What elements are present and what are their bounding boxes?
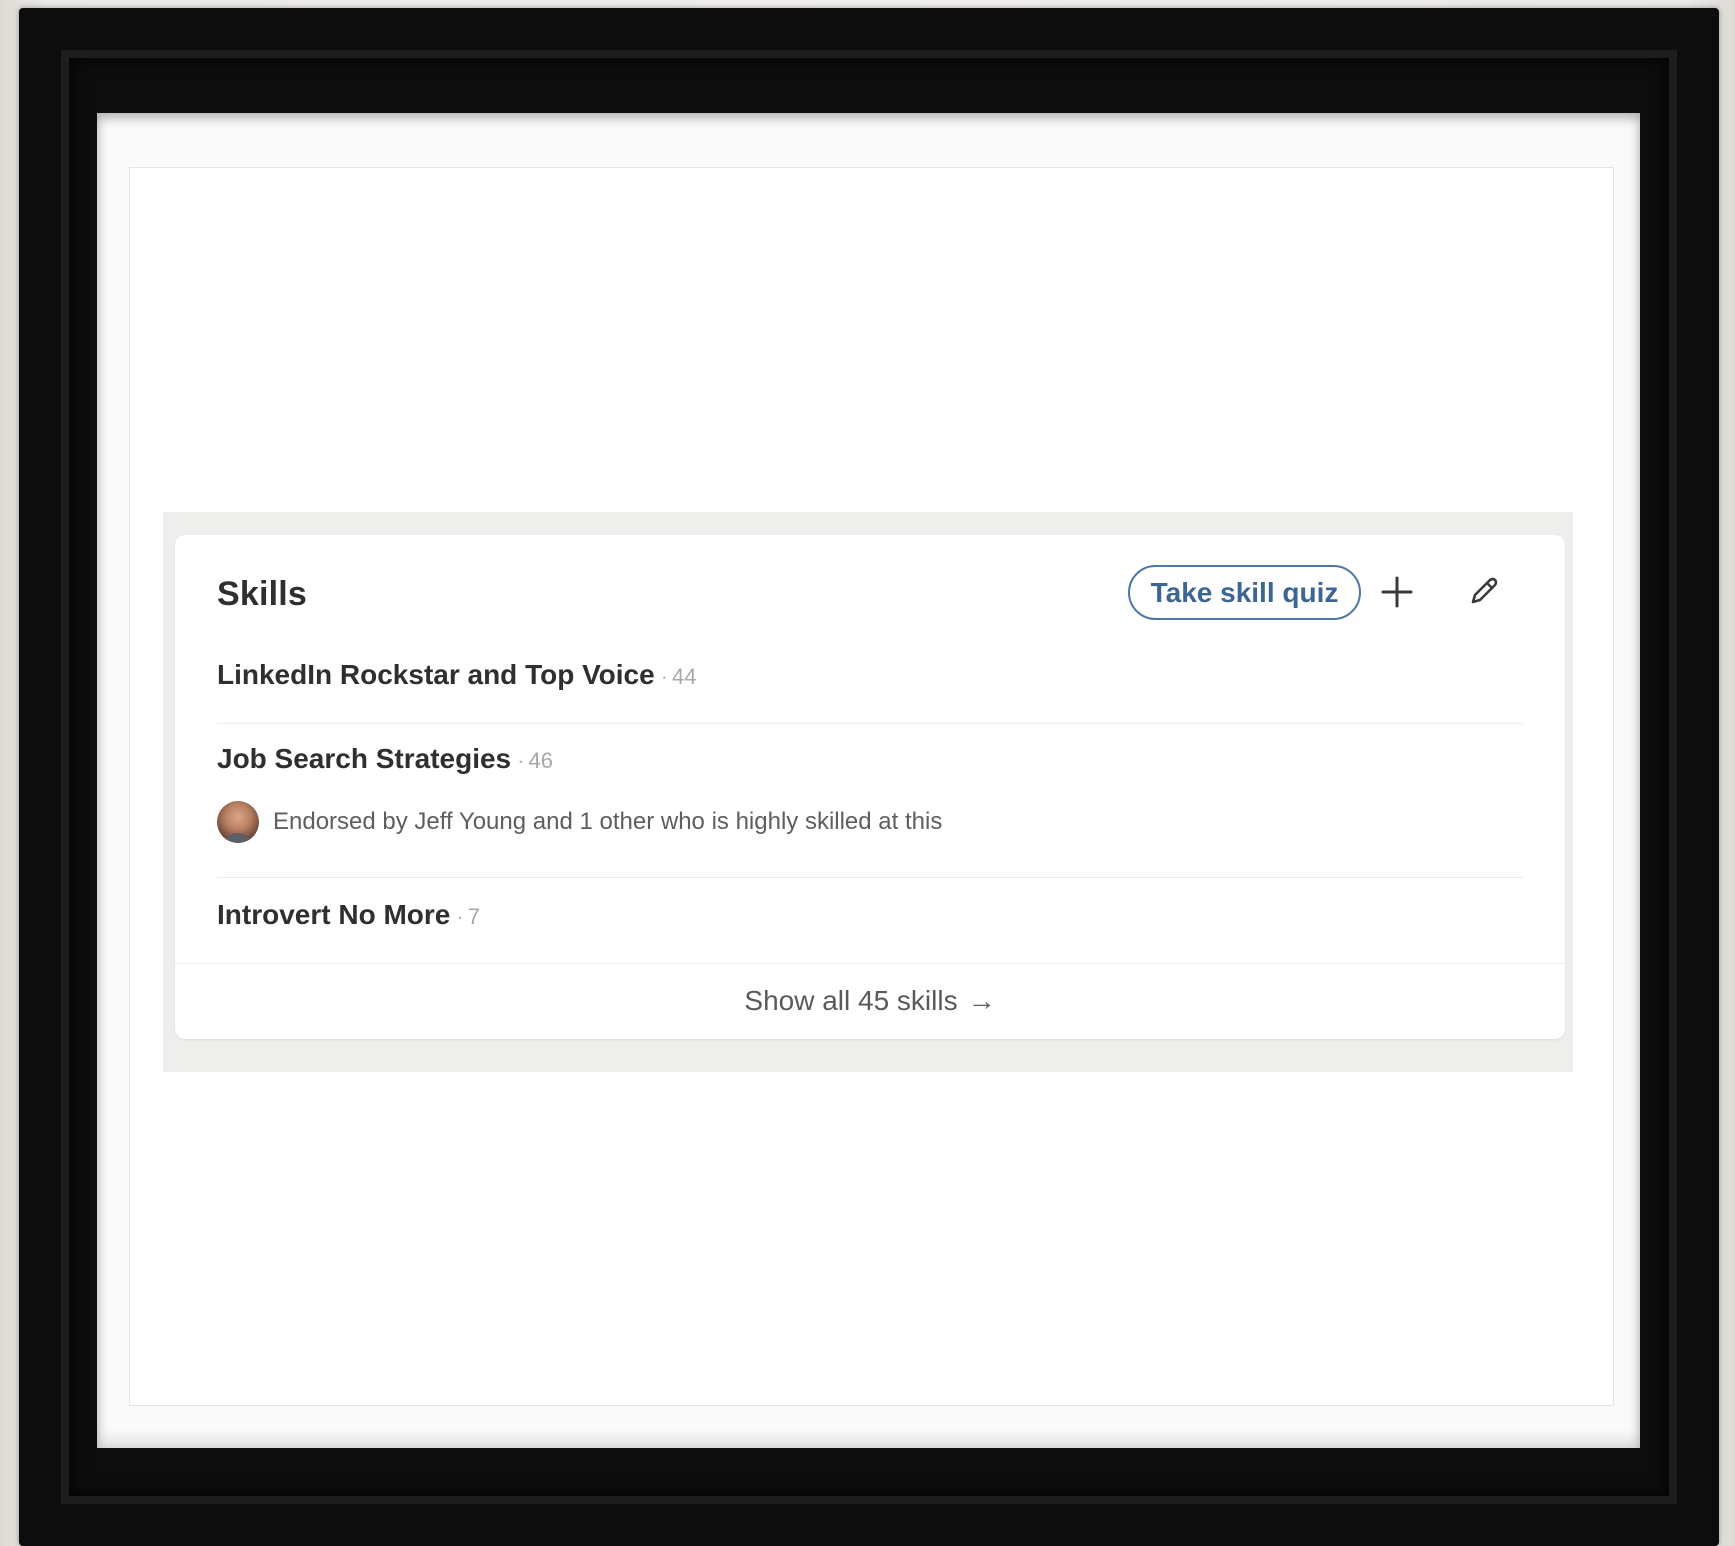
- separator-dot: ·: [517, 748, 525, 773]
- skill-item[interactable]: Job Search Strategies · 46: [217, 743, 553, 775]
- show-all-label: Show all 45 skills: [744, 985, 958, 1016]
- skill-name: Job Search Strategies: [217, 743, 512, 774]
- pencil-icon: [1471, 577, 1498, 604]
- edit-skills-button[interactable]: [1459, 568, 1507, 616]
- separator-dot: ·: [660, 664, 669, 689]
- separator-dot: ·: [456, 904, 464, 929]
- frame-mat: Skills Take skill quiz LinkedIn Rockstar…: [97, 113, 1640, 1448]
- show-all-skills-link[interactable]: Show all 45 skills →: [175, 963, 1565, 1039]
- endorsement-row[interactable]: Endorsed by Jeff Young and 1 other who i…: [217, 801, 942, 843]
- arrow-right-icon: →: [967, 985, 996, 1016]
- plus-icon: [1381, 576, 1413, 608]
- screenshot-print: Skills Take skill quiz LinkedIn Rockstar…: [129, 167, 1614, 1406]
- section-title: Skills: [217, 575, 308, 613]
- skills-card: Skills Take skill quiz LinkedIn Rockstar…: [175, 535, 1565, 1039]
- avatar: [217, 801, 259, 843]
- divider: [217, 723, 1523, 724]
- endorsement-count: 44: [672, 664, 697, 689]
- skill-item[interactable]: LinkedIn Rockstar and Top Voice · 44: [217, 659, 697, 691]
- take-skill-quiz-button[interactable]: Take skill quiz: [1128, 565, 1361, 620]
- skill-name: LinkedIn Rockstar and Top Voice: [217, 659, 655, 690]
- divider: [217, 877, 1523, 878]
- endorsement-text: Endorsed by Jeff Young and 1 other who i…: [273, 808, 943, 835]
- skill-name: Introvert No More: [217, 899, 451, 930]
- picture-frame: Skills Take skill quiz LinkedIn Rockstar…: [19, 8, 1719, 1546]
- endorsement-count: 7: [467, 904, 480, 929]
- endorsement-count: 46: [528, 748, 553, 773]
- skill-item[interactable]: Introvert No More · 7: [217, 899, 480, 931]
- add-skill-button[interactable]: [1373, 568, 1421, 616]
